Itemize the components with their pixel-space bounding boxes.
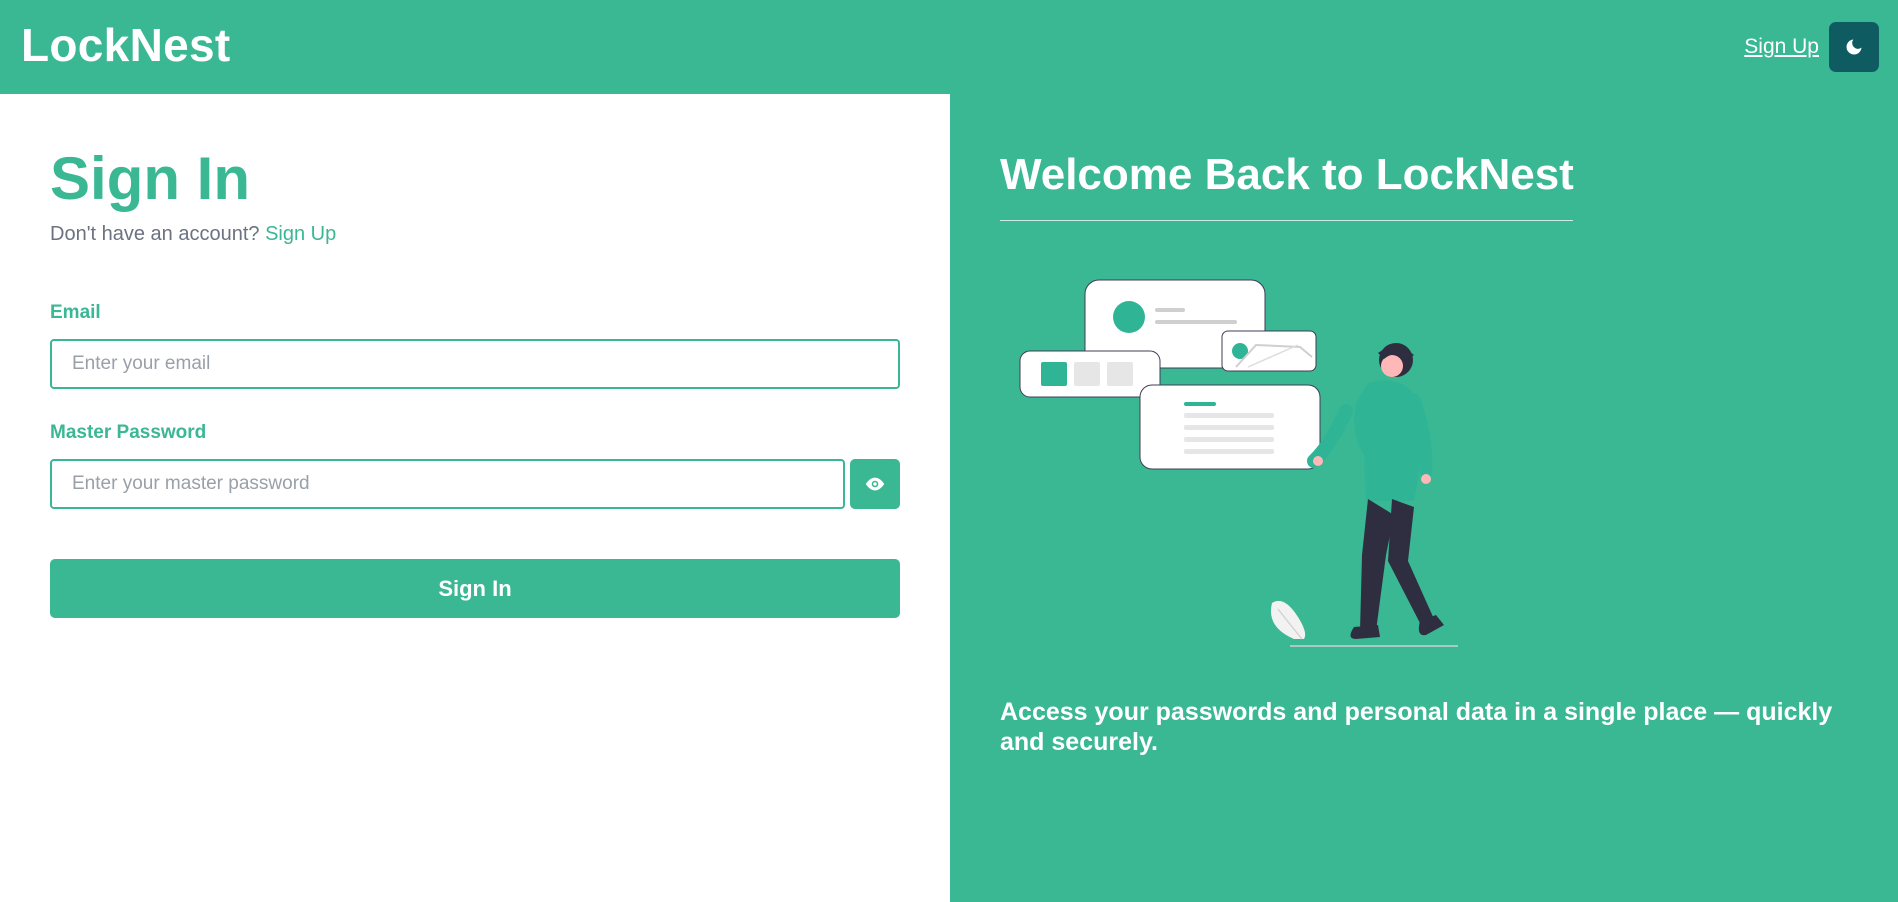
- signup-prompt: Don't have an account? Sign Up: [50, 223, 336, 246]
- welcome-heading: Welcome Back to LockNest: [1000, 148, 1574, 221]
- page-title: Sign In: [50, 145, 250, 212]
- signup-prompt-text: Don't have an account?: [50, 223, 260, 245]
- top-navbar: LockNest Sign Up: [0, 0, 1898, 94]
- eye-icon: [865, 477, 885, 491]
- welcome-tagline: Access your passwords and personal data …: [1000, 698, 1833, 756]
- email-label: Email: [50, 302, 101, 323]
- theme-toggle-button[interactable]: [1829, 22, 1879, 72]
- nav-signup-link[interactable]: Sign Up: [1744, 35, 1819, 59]
- toggle-password-visibility-button[interactable]: [850, 459, 900, 509]
- moon-icon: [1846, 39, 1862, 55]
- email-input[interactable]: [50, 339, 900, 389]
- signup-link[interactable]: Sign Up: [265, 223, 336, 245]
- signin-button[interactable]: Sign In: [50, 559, 900, 618]
- password-label: Master Password: [50, 422, 207, 443]
- person-with-cards-illustration: [1019, 279, 1458, 647]
- brand-logo[interactable]: LockNest: [21, 18, 230, 72]
- master-password-input[interactable]: [50, 459, 845, 509]
